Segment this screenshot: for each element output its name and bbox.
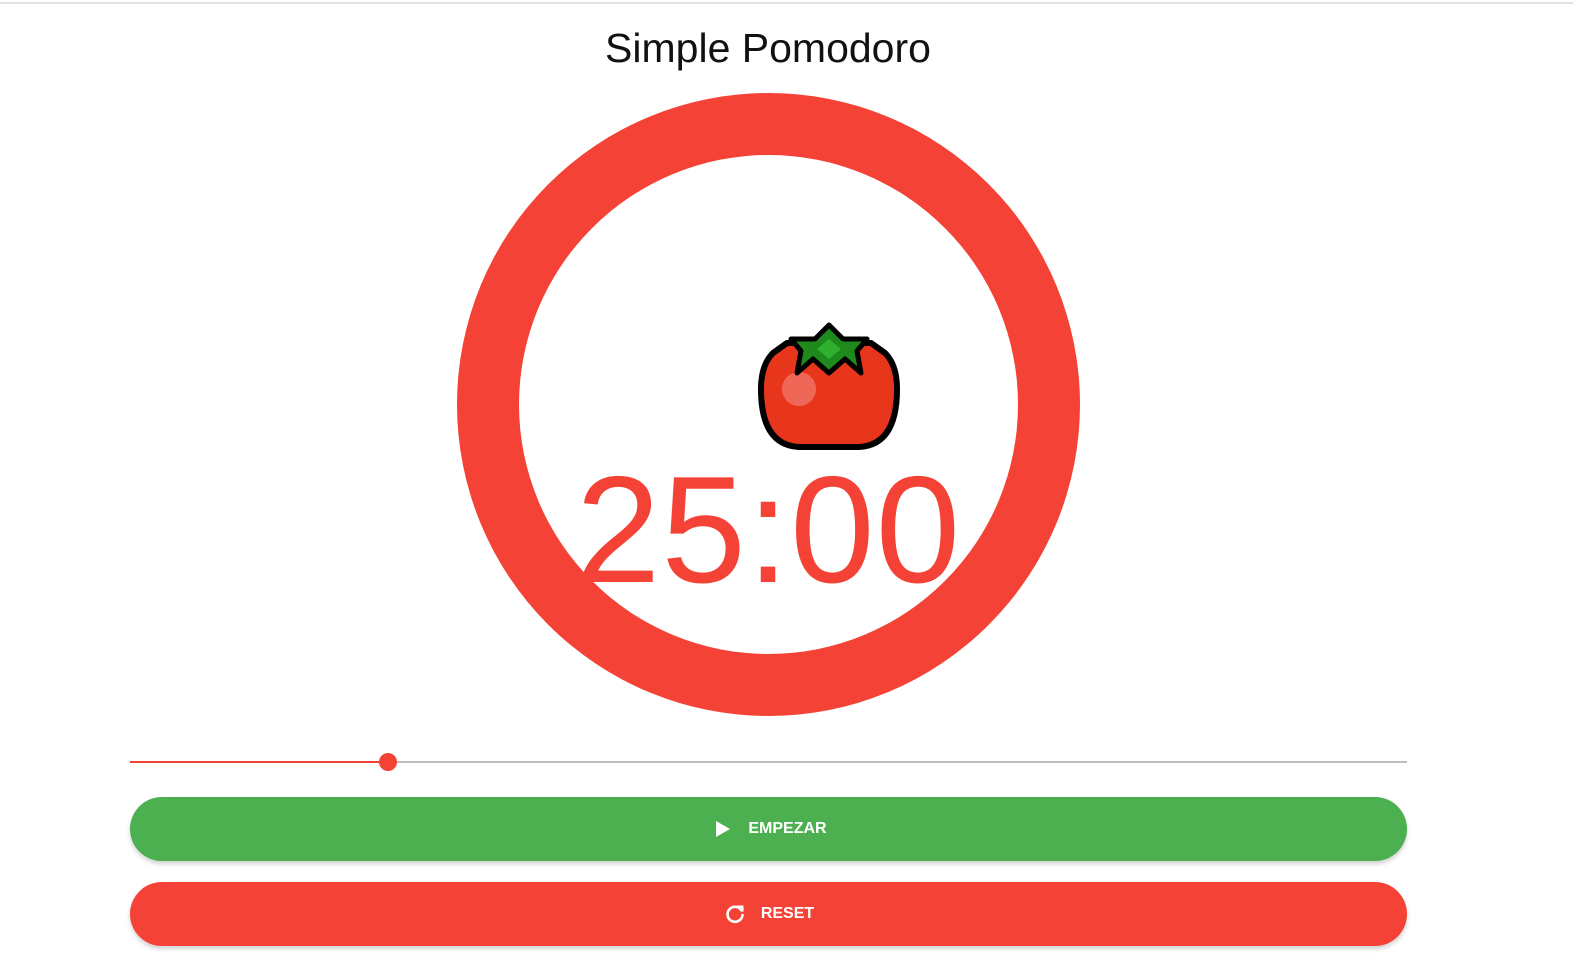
reset-button-label: RESET (760, 905, 815, 922)
timer-display: 25:00 (575, 445, 962, 615)
slider-fill (130, 761, 388, 763)
start-button[interactable]: EMPEZAR (130, 797, 1407, 861)
refresh-icon (726, 905, 744, 924)
start-button-label: EMPEZAR (748, 820, 827, 837)
page-title: Simple Pomodoro (605, 25, 931, 71)
timer-face: 25:00 (519, 155, 1018, 654)
progress-slider[interactable] (130, 750, 1407, 774)
reset-button[interactable]: RESET (130, 882, 1407, 946)
play-icon (716, 821, 731, 837)
top-divider (0, 2, 1573, 4)
slider-thumb[interactable] (378, 753, 397, 771)
timer-ring: 25:00 (457, 93, 1080, 716)
tomato-icon (758, 322, 900, 450)
